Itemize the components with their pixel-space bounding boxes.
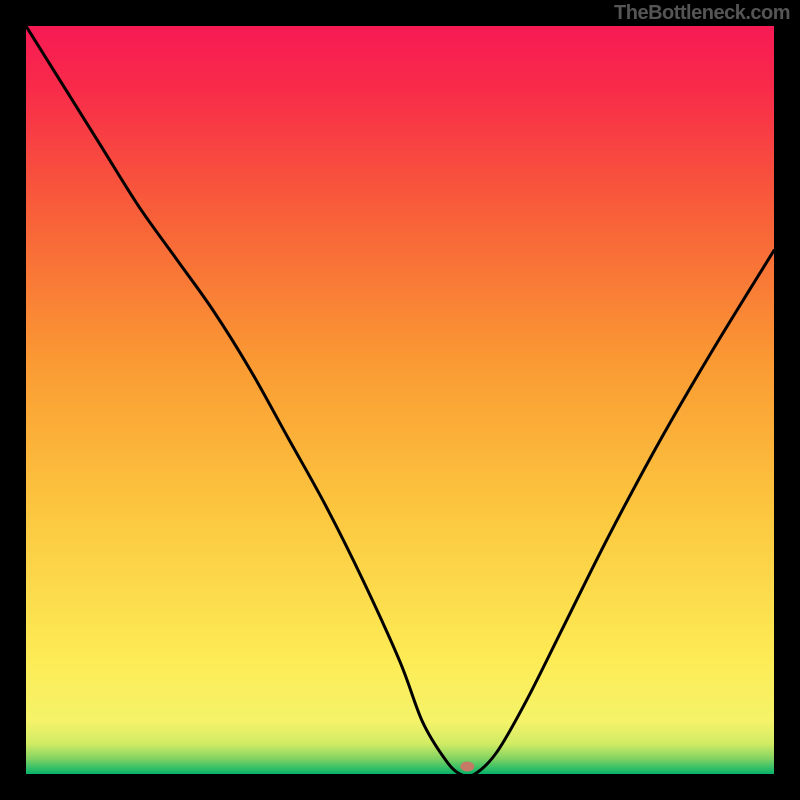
chart-frame: TheBottleneck.com (0, 0, 800, 800)
plot-area (26, 26, 774, 774)
chart-svg (26, 26, 774, 774)
watermark-text: TheBottleneck.com (614, 2, 790, 25)
marker-dot (460, 762, 474, 772)
